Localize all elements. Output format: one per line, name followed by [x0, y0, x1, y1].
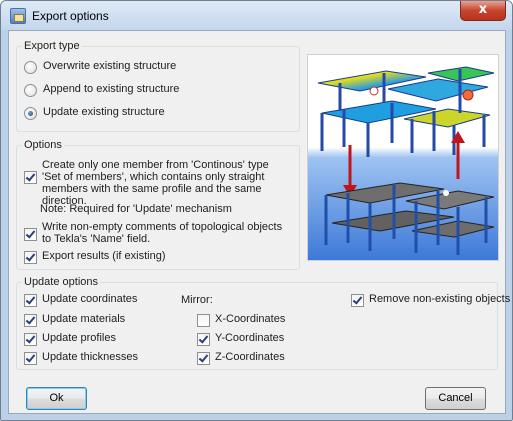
options-title: Options	[22, 139, 64, 151]
radio-overwrite-label: Overwrite existing structure	[43, 60, 177, 72]
checkbox-mirror-z[interactable]: Z-Coordinates	[197, 351, 285, 365]
checkbox-remove-nonexisting[interactable]: Remove non-existing objects	[351, 293, 510, 307]
update-options-title: Update options	[22, 276, 100, 288]
title-bar: Export options x	[1, 1, 512, 30]
options-note: Note: Required for 'Update' mechanism	[40, 203, 232, 215]
checkbox-mirror-x-box[interactable]	[197, 314, 210, 327]
update-options-group: Update options Update coordinates Update…	[16, 276, 510, 370]
radio-append-indicator[interactable]	[24, 84, 37, 97]
radio-update[interactable]: Update existing structure	[24, 106, 165, 120]
checkbox-single-member-box[interactable]	[24, 171, 37, 184]
checkbox-write-comments[interactable]: Write non-empty comments of topological …	[24, 221, 286, 245]
structure-preview-image	[307, 54, 499, 261]
checkbox-remove-nonexisting-label: Remove non-existing objects	[369, 293, 511, 305]
checkbox-update-materials-box[interactable]	[24, 314, 37, 327]
export-options-dialog: Export options x Export type Overwrite e…	[0, 0, 513, 421]
checkbox-update-profiles-label: Update profiles	[42, 332, 116, 344]
checkbox-update-coordinates-box[interactable]	[24, 294, 37, 307]
checkbox-update-materials[interactable]: Update materials	[24, 313, 125, 327]
export-type-title: Export type	[22, 40, 82, 52]
checkbox-update-thicknesses[interactable]: Update thicknesses	[24, 351, 138, 365]
structure-preview-drawing	[308, 55, 498, 260]
checkbox-mirror-x-label: X-Coordinates	[215, 313, 286, 325]
checkbox-update-profiles-box[interactable]	[24, 333, 37, 346]
checkbox-mirror-y[interactable]: Y-Coordinates	[197, 332, 284, 346]
checkbox-mirror-z-label: Z-Coordinates	[215, 351, 285, 363]
radio-append-label: Append to existing structure	[43, 83, 180, 95]
checkbox-mirror-z-box[interactable]	[197, 352, 210, 365]
checkbox-remove-nonexisting-box[interactable]	[351, 294, 364, 307]
mirror-label: Mirror:	[181, 294, 213, 306]
window-title: Export options	[32, 9, 109, 23]
checkbox-export-results-label: Export results (if existing)	[42, 250, 166, 262]
checkbox-mirror-y-box[interactable]	[197, 333, 210, 346]
radio-update-label: Update existing structure	[43, 106, 165, 118]
export-type-group: Export type Overwrite existing structure…	[16, 40, 300, 132]
cancel-button[interactable]: Cancel	[425, 387, 486, 410]
options-group: Options Create only one member from 'Con…	[16, 139, 300, 270]
checkbox-update-thicknesses-label: Update thicknesses	[42, 351, 138, 363]
radio-append[interactable]: Append to existing structure	[24, 83, 179, 97]
checkbox-update-profiles[interactable]: Update profiles	[24, 332, 116, 346]
checkbox-single-member-label: Create only one member from 'Continous' …	[42, 159, 269, 207]
checkbox-export-results-box[interactable]	[24, 251, 37, 264]
checkbox-update-coordinates[interactable]: Update coordinates	[24, 293, 137, 307]
checkbox-update-thicknesses-box[interactable]	[24, 352, 37, 365]
radio-update-indicator[interactable]	[24, 107, 37, 120]
app-icon	[10, 8, 26, 24]
checkbox-single-member[interactable]: Create only one member from 'Continous' …	[24, 159, 286, 207]
checkbox-export-results[interactable]: Export results (if existing)	[24, 250, 165, 264]
ok-button[interactable]: Ok	[26, 387, 87, 410]
radio-overwrite[interactable]: Overwrite existing structure	[24, 60, 176, 74]
checkbox-write-comments-box[interactable]	[24, 228, 37, 241]
checkbox-update-coordinates-label: Update coordinates	[42, 293, 138, 305]
checkbox-update-materials-label: Update materials	[42, 313, 126, 325]
radio-overwrite-indicator[interactable]	[24, 61, 37, 74]
checkbox-write-comments-label: Write non-empty comments of topological …	[42, 221, 283, 245]
checkbox-mirror-x[interactable]: X-Coordinates	[197, 313, 285, 327]
dialog-body: Export type Overwrite existing structure…	[8, 30, 510, 414]
close-button[interactable]: x	[460, 1, 506, 21]
checkbox-mirror-y-label: Y-Coordinates	[215, 332, 285, 344]
